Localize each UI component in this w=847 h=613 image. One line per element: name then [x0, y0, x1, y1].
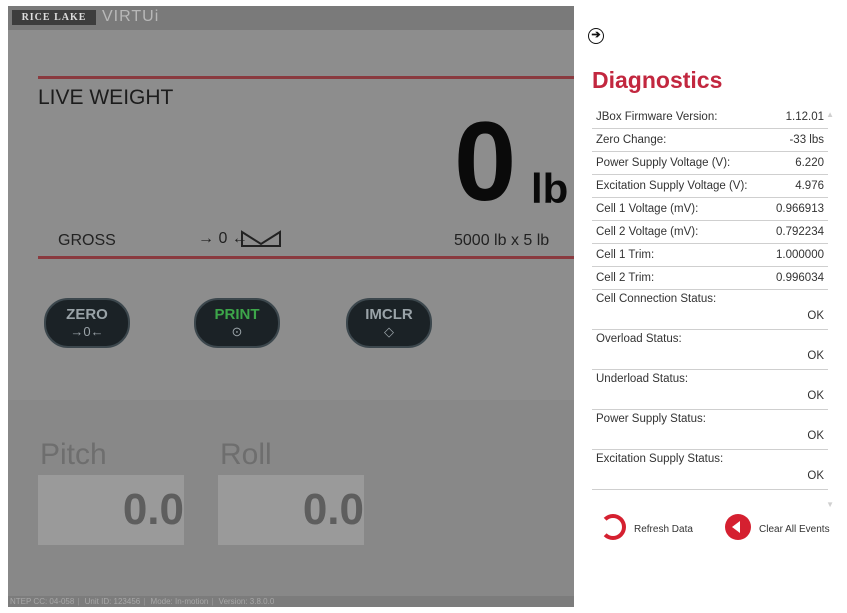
- gross-label: GROSS: [58, 232, 116, 249]
- diagnostic-label: Cell Connection Status:: [596, 293, 717, 305]
- diagnostic-value: OK: [807, 470, 824, 482]
- diagnostic-row: Cell 1 Trim: 1.000000: [592, 244, 828, 267]
- virtui-brand: VIRTUi: [102, 8, 160, 25]
- roll-label: Roll: [220, 438, 272, 471]
- diagnostic-label: Cell 1 Voltage (mV):: [596, 203, 699, 215]
- diagnostic-label: Cell 2 Trim:: [596, 272, 655, 284]
- diagnostic-value: 0.966913: [776, 203, 824, 215]
- diagnostic-label: Cell 2 Voltage (mV):: [596, 226, 699, 238]
- version-status: Version: 3.8.0.0: [218, 597, 275, 606]
- diagnostic-value: OK: [807, 310, 824, 322]
- pitch-label: Pitch: [40, 438, 107, 471]
- diagnostic-label: Cell 1 Trim:: [596, 249, 655, 261]
- refresh-icon: [600, 514, 626, 540]
- diagnostic-value: -33 lbs: [789, 134, 824, 146]
- motion-icon: [240, 230, 282, 253]
- imclr-button[interactable]: IMCLR ◇: [346, 298, 432, 348]
- clear-events-icon: [725, 514, 751, 540]
- diagnostic-value: 6.220: [795, 157, 824, 169]
- close-panel-arrow-icon[interactable]: ➔: [588, 28, 604, 44]
- diagnostic-row: JBox Firmware Version: 1.12.01: [592, 106, 828, 129]
- diagnostic-row: Cell 1 Voltage (mV): 0.966913: [592, 198, 828, 221]
- diagnostic-row: Power Supply Voltage (V): 6.220: [592, 152, 828, 175]
- diagnostic-value: 0.996034: [776, 272, 824, 284]
- diagnostic-value: OK: [807, 430, 824, 442]
- diagnostic-row: Excitation Supply Status: OK: [592, 450, 828, 490]
- roll-box: 0.0: [218, 475, 364, 545]
- diagnostic-label: Power Supply Voltage (V):: [596, 157, 731, 169]
- diagnostics-title: Diagnostics: [592, 67, 723, 93]
- imclr-icon: ◇: [384, 324, 394, 339]
- diagnostic-value: 0.792234: [776, 226, 824, 238]
- diagnostic-label: Underload Status:: [596, 373, 689, 385]
- weight-value: 0: [454, 99, 517, 224]
- diagnostic-label: Excitation Supply Status:: [596, 453, 724, 465]
- unit-id-status: Unit ID: 123456: [84, 597, 141, 606]
- capacity-label: 5000 lb x 5 lb: [454, 232, 550, 249]
- bottom-red-divider: [38, 256, 574, 259]
- mode-status: Mode: In-motion: [150, 597, 209, 606]
- zero-button-label: ZERO: [66, 306, 108, 323]
- diagnostic-row: Cell 2 Voltage (mV): 0.792234: [592, 221, 828, 244]
- weight-unit: lb: [531, 165, 569, 212]
- zero-button[interactable]: ZERO →0←: [44, 298, 130, 348]
- clear-all-events-label: Clear All Events: [759, 524, 830, 535]
- diagnostic-row: Cell 2 Trim: 0.996034: [592, 267, 828, 290]
- diagnostic-label: Zero Change:: [596, 134, 667, 146]
- diagnostic-row: Zero Change: -33 lbs: [592, 129, 828, 152]
- print-button-label: PRINT: [214, 306, 260, 323]
- diagnostic-label: Power Supply Status:: [596, 413, 706, 425]
- rice-lake-logo: RICE LAKE: [12, 10, 96, 25]
- diagnostic-value: 1.000000: [776, 249, 824, 261]
- diagnostic-row: Excitation Supply Voltage (V): 4.976: [592, 175, 828, 198]
- top-red-divider: [38, 76, 574, 79]
- diagnostic-label: Overload Status:: [596, 333, 682, 345]
- app-window: RICE LAKE VIRTUi LIVE WEIGHT 0 lb GROSS …: [8, 6, 836, 607]
- diagnostics-panel: ➔ Diagnostics ▲ JBox Firmware Version: 1.…: [574, 6, 836, 607]
- diagnostic-row: Overload Status: OK: [592, 330, 828, 370]
- roll-value: 0.0: [302, 485, 364, 534]
- diagnostic-row: Power Supply Status: OK: [592, 410, 828, 450]
- diagnostic-value: OK: [807, 390, 824, 402]
- diagnostic-value: OK: [807, 350, 824, 362]
- imclr-button-label: IMCLR: [365, 306, 413, 323]
- diagnostic-row: Underload Status: OK: [592, 370, 828, 410]
- pitch-box: 0.0: [38, 475, 184, 545]
- print-button[interactable]: PRINT ⊙: [194, 298, 280, 348]
- print-icon: ⊙: [231, 324, 243, 339]
- diagnostic-label: Excitation Supply Voltage (V):: [596, 180, 748, 192]
- diagnostic-label: JBox Firmware Version:: [596, 111, 718, 123]
- pitch-value: 0.0: [122, 485, 184, 534]
- scroll-down-icon[interactable]: ▼: [826, 500, 834, 509]
- zero-icon: →0←: [70, 324, 104, 339]
- top-bar: RICE LAKE VIRTUi: [8, 6, 574, 30]
- live-weight-label: LIVE WEIGHT: [38, 86, 174, 109]
- diagnostics-list: JBox Firmware Version: 1.12.01 Zero Change…: [592, 106, 828, 490]
- status-bar: NTEP CC: 04-058 | Unit ID: 123456 | Mode: …: [8, 596, 574, 607]
- diagnostic-row: Cell Connection Status: OK: [592, 290, 828, 330]
- refresh-data-label: Refresh Data: [634, 524, 693, 535]
- scale-app: RICE LAKE VIRTUi LIVE WEIGHT 0 lb GROSS …: [8, 6, 574, 607]
- diagnostic-value: 1.12.01: [785, 111, 824, 123]
- ntep-status: NTEP CC: 04-058: [10, 597, 75, 606]
- diagnostic-value: 4.976: [795, 180, 824, 192]
